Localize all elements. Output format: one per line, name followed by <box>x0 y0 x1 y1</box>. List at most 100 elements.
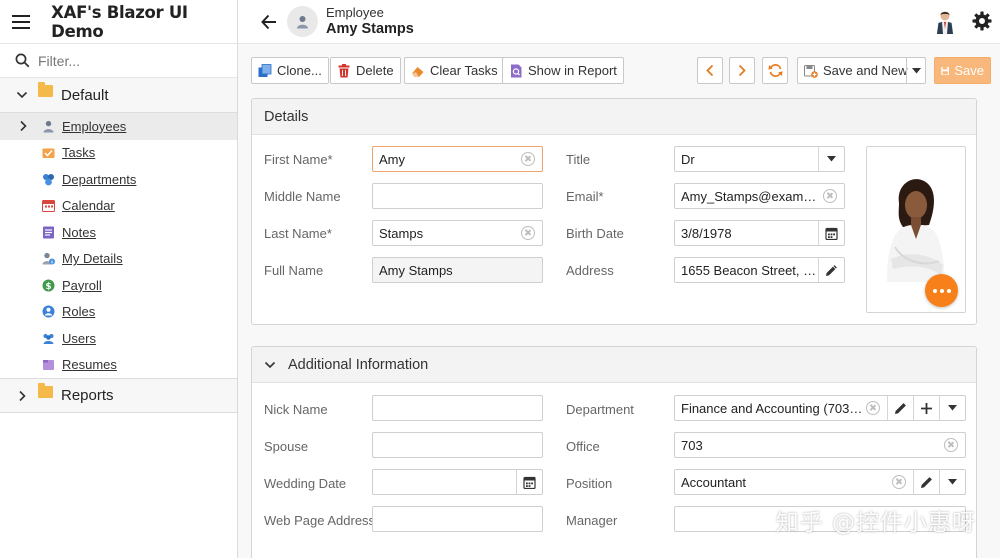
delete-button-label: Delete <box>356 63 394 78</box>
resumes-icon <box>43 360 54 371</box>
title-dropdown-button[interactable] <box>818 147 844 171</box>
show-in-report-button[interactable]: Show in Report <box>502 57 624 84</box>
nav-group-reports[interactable]: Reports <box>0 378 237 413</box>
clone-button[interactable]: Clone... <box>251 57 329 84</box>
users-icon <box>43 333 54 344</box>
department-lookup[interactable]: Finance and Accounting (703, ... <box>674 395 966 421</box>
previous-record-button[interactable] <box>697 57 723 84</box>
sidebar-item-label: Payroll <box>62 277 102 293</box>
departments-icon <box>43 173 54 186</box>
sidebar-item-label: Calendar <box>62 198 115 214</box>
details-panel: Details First Name* Amy Middle Name Last… <box>251 98 977 325</box>
show-in-report-button-label: Show in Report <box>528 63 617 78</box>
sidebar-item-employees[interactable]: Employees <box>0 113 237 140</box>
save-floppy-icon <box>941 66 950 75</box>
settings-gear-icon[interactable] <box>972 11 992 31</box>
email-field[interactable]: Amy_Stamps@exampl... <box>674 183 845 209</box>
calendar-button[interactable] <box>818 221 844 245</box>
sidebar-item-label: Users <box>62 330 96 346</box>
email-value: Amy_Stamps@exampl... <box>681 188 823 204</box>
web-page-address-label: Web Page Address <box>264 513 376 528</box>
details-panel-title: Details <box>264 108 309 125</box>
sidebar-item-payroll[interactable]: $ Payroll <box>0 272 237 299</box>
svg-text:$: $ <box>45 282 51 292</box>
sidebar-item-label: Departments <box>62 171 137 187</box>
additional-info-panel-title: Additional Information <box>288 356 429 373</box>
clear-icon[interactable] <box>944 438 958 452</box>
caret-down-icon <box>827 156 836 162</box>
chevron-right-icon[interactable] <box>18 120 28 132</box>
edit-position-button[interactable] <box>913 470 939 494</box>
additional-info-panel-header[interactable]: Additional Information <box>252 347 976 383</box>
clear-icon[interactable] <box>521 152 535 166</box>
department-dropdown-button[interactable] <box>939 396 965 420</box>
clear-icon[interactable] <box>521 226 535 240</box>
sidebar-item-label: Tasks <box>62 145 96 161</box>
refresh-button[interactable] <box>762 57 788 84</box>
full-name-value: Amy Stamps <box>379 262 453 278</box>
first-name-field[interactable]: Amy <box>372 146 543 172</box>
pencil-icon <box>826 264 837 276</box>
first-name-value: Amy <box>379 151 405 167</box>
office-field[interactable]: 703 <box>674 432 966 458</box>
full-name-field: Amy Stamps <box>372 257 543 283</box>
calendar-button[interactable] <box>516 470 542 494</box>
clear-icon[interactable] <box>892 475 906 489</box>
photo-actions-button[interactable] <box>925 274 958 307</box>
chevron-left-icon <box>706 64 714 77</box>
roles-icon <box>42 305 55 318</box>
save-and-new-dropdown[interactable] <box>906 58 925 83</box>
sidebar-item-notes[interactable]: Notes <box>0 219 237 246</box>
chevron-down-icon[interactable] <box>264 359 276 371</box>
last-name-field[interactable]: Stamps <box>372 220 543 246</box>
position-dropdown-button[interactable] <box>939 470 965 494</box>
sidebar-item-roles[interactable]: Roles <box>0 299 237 326</box>
web-page-address-field[interactable] <box>372 506 543 532</box>
eraser-icon <box>412 66 424 77</box>
clear-icon[interactable] <box>823 189 837 203</box>
nav-group-reports-label: Reports <box>61 387 114 404</box>
birth-date-field[interactable]: 3/8/1978 <box>674 220 845 246</box>
position-lookup[interactable]: Accountant <box>674 469 966 495</box>
middle-name-field[interactable] <box>372 183 543 209</box>
employee-photo-box[interactable] <box>866 146 966 313</box>
back-arrow-icon[interactable] <box>260 13 278 31</box>
sidebar-item-tasks[interactable]: Tasks <box>0 140 237 167</box>
tasks-icon <box>42 148 55 159</box>
clear-icon[interactable] <box>866 401 880 415</box>
office-label: Office <box>566 439 600 454</box>
current-user-avatar-icon[interactable] <box>934 10 956 34</box>
calendar-icon <box>523 476 536 489</box>
edit-address-button[interactable] <box>818 258 844 282</box>
birth-date-value: 3/8/1978 <box>681 225 732 241</box>
wedding-date-field[interactable] <box>372 469 543 495</box>
save-button-label: Save <box>954 63 984 78</box>
object-title: Employee Amy Stamps <box>326 4 414 38</box>
delete-button[interactable]: Delete <box>330 57 401 84</box>
hamburger-menu-icon[interactable] <box>12 14 31 29</box>
clear-tasks-button[interactable]: Clear Tasks <box>404 57 505 84</box>
chevron-right-icon[interactable] <box>16 390 28 402</box>
sidebar-item-users[interactable]: Users <box>0 325 237 352</box>
sidebar-item-my-details[interactable]: My Details <box>0 246 237 273</box>
save-and-new-button-label: Save and New <box>823 63 908 78</box>
spouse-label: Spouse <box>264 439 309 454</box>
nick-name-field[interactable] <box>372 395 543 421</box>
chevron-down-icon[interactable] <box>16 89 28 101</box>
next-record-button[interactable] <box>729 57 755 84</box>
sidebar-item-calendar[interactable]: Calendar <box>0 193 237 220</box>
spouse-field[interactable] <box>372 432 543 458</box>
address-field[interactable]: 1655 Beacon Street, O... <box>674 257 845 283</box>
filter-input[interactable] <box>38 52 218 69</box>
nav-group-default[interactable]: Default <box>0 78 237 113</box>
title-select[interactable]: Dr <box>674 146 845 172</box>
clone-icon <box>258 63 272 77</box>
add-department-button[interactable] <box>913 396 939 420</box>
sidebar-item-departments[interactable]: Departments <box>0 166 237 193</box>
sidebar-item-resumes[interactable]: Resumes <box>0 352 237 379</box>
save-button[interactable]: Save <box>934 57 991 84</box>
office-value: 703 <box>681 437 703 453</box>
edit-department-button[interactable] <box>887 396 913 420</box>
save-and-new-button[interactable]: Save and New <box>797 57 926 84</box>
pencil-icon <box>895 402 906 414</box>
